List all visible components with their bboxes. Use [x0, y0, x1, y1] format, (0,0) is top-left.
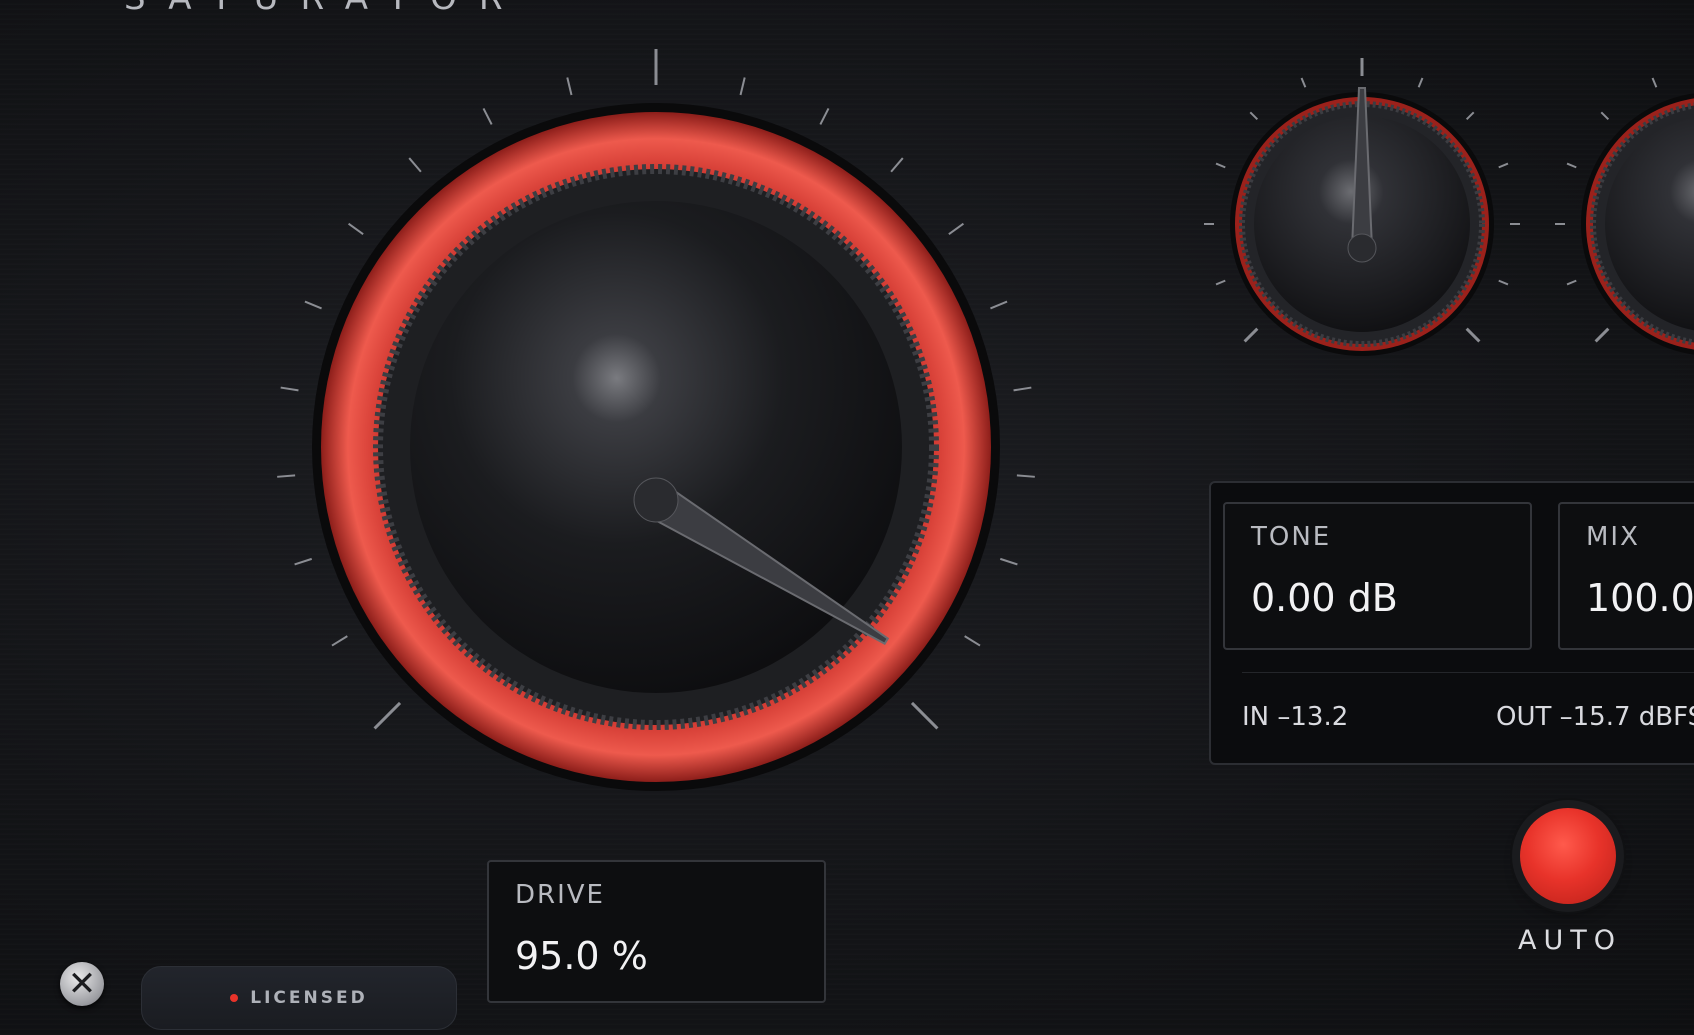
close-button[interactable]: ✕: [60, 962, 104, 1006]
mix-label: MIX: [1586, 522, 1640, 552]
mix-knob[interactable]: [1555, 58, 1694, 356]
scale-tick: [1566, 279, 1577, 286]
scale-tick: [1243, 327, 1259, 343]
drive-value-box[interactable]: DRIVE 95.0 %: [487, 860, 826, 1003]
scale-tick: [948, 222, 965, 236]
close-icon: ✕: [67, 964, 97, 1004]
scale-tick: [964, 635, 981, 647]
tone-label: TONE: [1251, 522, 1332, 552]
mix-value: 100.0: [1586, 576, 1694, 620]
scale-tick: [890, 157, 904, 173]
scale-tick: [1013, 386, 1032, 392]
scale-tick: [1600, 111, 1610, 121]
auto-button[interactable]: [1520, 808, 1616, 904]
meter-divider: [1242, 672, 1694, 673]
drive-value: 95.0 %: [515, 934, 648, 978]
scale-tick: [1498, 162, 1509, 169]
tone-value: 0.00 dB: [1251, 576, 1398, 620]
scale-tick: [1465, 111, 1475, 121]
scale-tick: [1651, 77, 1658, 88]
drive-knob[interactable]: [277, 49, 1035, 791]
scale-tick: [294, 557, 313, 566]
scale-tick: [331, 635, 348, 647]
scale-tick: [1016, 474, 1035, 478]
scale-tick: [1300, 77, 1307, 88]
scale-tick: [304, 300, 322, 310]
scale-tick: [990, 300, 1008, 310]
scale-tick: [482, 107, 493, 125]
scale-tick: [1566, 162, 1577, 169]
scale-tick: [1215, 162, 1226, 169]
drive-knob-body: [410, 201, 902, 693]
scale-tick: [373, 701, 402, 730]
scale-tick: [408, 157, 422, 173]
scale-tick: [1417, 77, 1424, 88]
license-badge[interactable]: LICENSED: [141, 966, 457, 1030]
license-status-dot: [230, 994, 239, 1002]
scale-tick: [1594, 327, 1610, 343]
scale-tick: [1498, 279, 1509, 286]
scale-tick: [347, 222, 364, 236]
auto-label: AUTO: [1518, 925, 1622, 956]
scale-tick: [739, 77, 746, 96]
scale-tick: [1215, 279, 1226, 286]
mix-value-box[interactable]: MIX 100.0: [1558, 502, 1694, 650]
tone-knob[interactable]: [1204, 58, 1520, 356]
output-meter: OUT –15.7 dBFS: [1496, 702, 1694, 732]
scale-tick: [1465, 327, 1481, 343]
input-meter: IN –13.2: [1242, 702, 1349, 732]
scale-tick: [819, 107, 830, 125]
license-label: LICENSED: [250, 988, 368, 1008]
scale-tick: [280, 386, 299, 392]
scale-tick: [910, 701, 939, 730]
scale-tick: [1249, 111, 1259, 121]
scale-tick: [999, 557, 1018, 566]
tone-value-box[interactable]: TONE 0.00 dB: [1223, 502, 1532, 650]
scale-tick: [277, 474, 296, 478]
pointer-hub: [1347, 233, 1377, 263]
scale-tick: [566, 77, 573, 96]
pointer-hub: [633, 477, 679, 523]
drive-label: DRIVE: [515, 880, 605, 910]
